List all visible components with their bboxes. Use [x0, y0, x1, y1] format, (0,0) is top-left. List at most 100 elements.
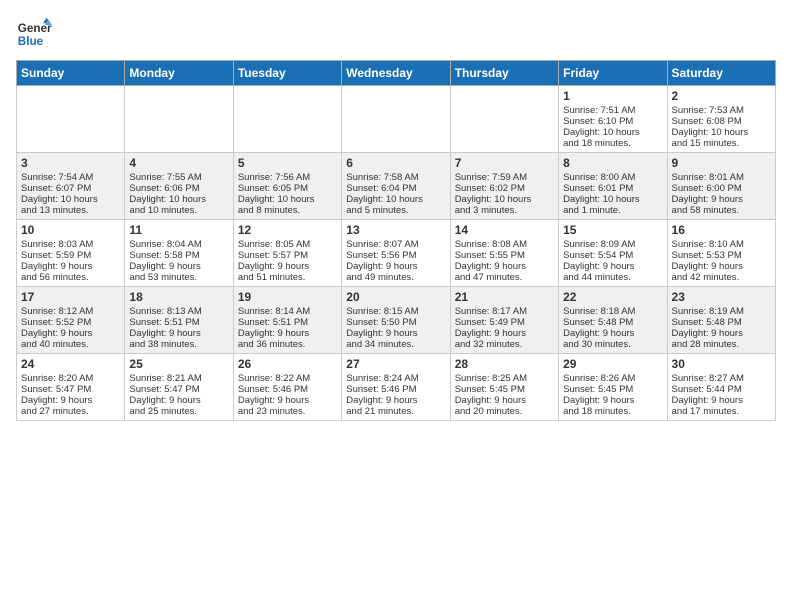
week-row-3: 10Sunrise: 8:03 AMSunset: 5:59 PMDayligh… [17, 220, 776, 287]
day-info: Sunset: 5:48 PM [672, 317, 771, 328]
day-info: Daylight: 9 hours [129, 261, 228, 272]
day-info: Daylight: 9 hours [672, 194, 771, 205]
day-info: and 15 minutes. [672, 138, 771, 149]
day-number: 6 [346, 156, 445, 170]
day-info: Daylight: 9 hours [129, 328, 228, 339]
day-info: and 28 minutes. [672, 339, 771, 350]
svg-text:Blue: Blue [18, 35, 44, 48]
day-info: and 38 minutes. [129, 339, 228, 350]
day-info: Sunset: 5:54 PM [563, 250, 662, 261]
day-info: Sunrise: 8:10 AM [672, 239, 771, 250]
day-info: Sunset: 6:06 PM [129, 183, 228, 194]
day-info: Daylight: 9 hours [563, 261, 662, 272]
day-info: Sunset: 5:51 PM [129, 317, 228, 328]
weekday-header-monday: Monday [125, 61, 233, 86]
header: General Blue [16, 16, 776, 52]
day-info: Sunset: 5:57 PM [238, 250, 337, 261]
day-number: 3 [21, 156, 120, 170]
day-info: Sunset: 5:45 PM [455, 384, 554, 395]
day-info: Daylight: 10 hours [672, 127, 771, 138]
calendar-cell: 6Sunrise: 7:58 AMSunset: 6:04 PMDaylight… [342, 153, 450, 220]
calendar-cell: 25Sunrise: 8:21 AMSunset: 5:47 PMDayligh… [125, 354, 233, 421]
day-info: Sunrise: 8:03 AM [21, 239, 120, 250]
calendar-cell: 4Sunrise: 7:55 AMSunset: 6:06 PMDaylight… [125, 153, 233, 220]
day-info: Daylight: 9 hours [238, 261, 337, 272]
day-info: Daylight: 9 hours [455, 328, 554, 339]
day-number: 26 [238, 357, 337, 371]
day-info: Sunset: 5:47 PM [21, 384, 120, 395]
calendar-cell: 29Sunrise: 8:26 AMSunset: 5:45 PMDayligh… [559, 354, 667, 421]
day-info: Daylight: 10 hours [21, 194, 120, 205]
day-info: Sunrise: 8:15 AM [346, 306, 445, 317]
day-info: Sunrise: 8:26 AM [563, 373, 662, 384]
calendar-cell: 10Sunrise: 8:03 AMSunset: 5:59 PMDayligh… [17, 220, 125, 287]
day-number: 10 [21, 223, 120, 237]
day-number: 11 [129, 223, 228, 237]
day-info: Sunrise: 8:14 AM [238, 306, 337, 317]
day-info: and 10 minutes. [129, 205, 228, 216]
weekday-header-wednesday: Wednesday [342, 61, 450, 86]
day-info: Sunrise: 8:04 AM [129, 239, 228, 250]
day-info: Sunset: 5:52 PM [21, 317, 120, 328]
calendar-cell: 24Sunrise: 8:20 AMSunset: 5:47 PMDayligh… [17, 354, 125, 421]
day-info: Sunset: 5:49 PM [455, 317, 554, 328]
day-info: Daylight: 9 hours [455, 395, 554, 406]
day-number: 12 [238, 223, 337, 237]
day-info: Sunrise: 8:08 AM [455, 239, 554, 250]
day-info: Daylight: 10 hours [238, 194, 337, 205]
logo: General Blue [16, 16, 52, 52]
day-info: Daylight: 9 hours [238, 328, 337, 339]
day-info: and 18 minutes. [563, 406, 662, 417]
day-info: Daylight: 9 hours [672, 395, 771, 406]
day-number: 23 [672, 290, 771, 304]
day-info: and 13 minutes. [21, 205, 120, 216]
weekday-header-thursday: Thursday [450, 61, 558, 86]
day-number: 13 [346, 223, 445, 237]
day-info: Daylight: 9 hours [672, 261, 771, 272]
day-info: and 27 minutes. [21, 406, 120, 417]
calendar-cell: 16Sunrise: 8:10 AMSunset: 5:53 PMDayligh… [667, 220, 775, 287]
day-info: Daylight: 9 hours [129, 395, 228, 406]
day-number: 21 [455, 290, 554, 304]
calendar-cell: 23Sunrise: 8:19 AMSunset: 5:48 PMDayligh… [667, 287, 775, 354]
day-number: 17 [21, 290, 120, 304]
day-number: 27 [346, 357, 445, 371]
day-info: Sunset: 6:08 PM [672, 116, 771, 127]
day-info: Daylight: 9 hours [346, 395, 445, 406]
day-info: Sunrise: 8:18 AM [563, 306, 662, 317]
day-info: Daylight: 9 hours [563, 328, 662, 339]
day-info: Daylight: 9 hours [238, 395, 337, 406]
day-info: and 1 minute. [563, 205, 662, 216]
day-info: and 44 minutes. [563, 272, 662, 283]
day-info: and 42 minutes. [672, 272, 771, 283]
calendar-cell: 8Sunrise: 8:00 AMSunset: 6:01 PMDaylight… [559, 153, 667, 220]
day-number: 25 [129, 357, 228, 371]
day-info: Sunrise: 8:13 AM [129, 306, 228, 317]
calendar-cell: 21Sunrise: 8:17 AMSunset: 5:49 PMDayligh… [450, 287, 558, 354]
calendar-cell: 3Sunrise: 7:54 AMSunset: 6:07 PMDaylight… [17, 153, 125, 220]
calendar-cell [450, 86, 558, 153]
day-info: and 47 minutes. [455, 272, 554, 283]
day-number: 8 [563, 156, 662, 170]
day-info: and 53 minutes. [129, 272, 228, 283]
weekday-header-tuesday: Tuesday [233, 61, 341, 86]
day-info: Daylight: 9 hours [21, 328, 120, 339]
calendar-cell [125, 86, 233, 153]
day-number: 15 [563, 223, 662, 237]
day-number: 29 [563, 357, 662, 371]
day-number: 14 [455, 223, 554, 237]
calendar-cell: 12Sunrise: 8:05 AMSunset: 5:57 PMDayligh… [233, 220, 341, 287]
day-number: 5 [238, 156, 337, 170]
day-info: Sunset: 5:53 PM [672, 250, 771, 261]
day-info: Daylight: 10 hours [129, 194, 228, 205]
day-info: Sunset: 6:10 PM [563, 116, 662, 127]
day-info: Daylight: 9 hours [563, 395, 662, 406]
week-row-4: 17Sunrise: 8:12 AMSunset: 5:52 PMDayligh… [17, 287, 776, 354]
day-info: and 36 minutes. [238, 339, 337, 350]
calendar-cell: 14Sunrise: 8:08 AMSunset: 5:55 PMDayligh… [450, 220, 558, 287]
day-info: Sunrise: 8:22 AM [238, 373, 337, 384]
day-info: and 32 minutes. [455, 339, 554, 350]
day-info: Daylight: 9 hours [346, 261, 445, 272]
day-info: Daylight: 10 hours [346, 194, 445, 205]
day-info: Daylight: 9 hours [346, 328, 445, 339]
